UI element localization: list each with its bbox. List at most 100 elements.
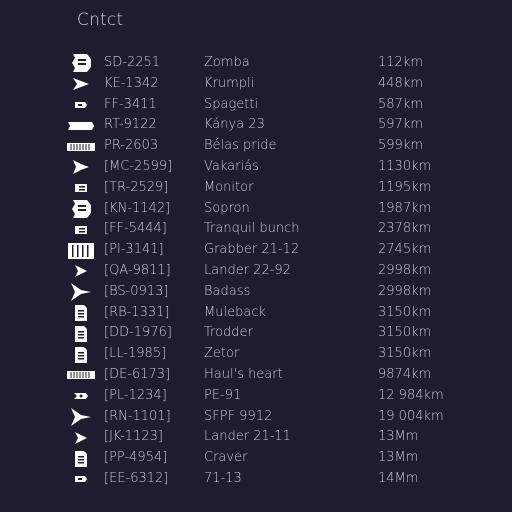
contact-row[interactable]: [PL-1234] PE-91 12 984km [0, 386, 512, 407]
contact-distance: 597km [378, 117, 424, 133]
contact-distance: 3150km [378, 325, 432, 341]
contact-distance: 599km [378, 138, 424, 154]
cargo-pod-large-icon [62, 53, 100, 74]
contact-row[interactable]: PR-2603 Bélas pride 599km [0, 136, 512, 157]
contact-row[interactable]: SD-2251 Zomba 112km [0, 53, 512, 74]
contact-code: [BS-0913] [104, 283, 169, 299]
contact-row[interactable]: [KN-1142] Sopron 1987km [0, 199, 512, 220]
contact-row[interactable]: [RB-1331] Muleback 3150km [0, 303, 512, 324]
contact-distance: 1130km [378, 158, 432, 174]
contact-name: Bélas pride [204, 138, 277, 154]
winged-ship-icon [62, 282, 100, 303]
contact-code: [JK-1123] [104, 429, 163, 445]
contact-name: SFPF 9912 [204, 408, 273, 424]
contact-code: SD-2251 [104, 55, 161, 70]
contact-row[interactable]: [QA-9811] Lander 22-92 2998km [0, 261, 512, 282]
contact-code: FF-3411 [104, 96, 157, 112]
contact-row[interactable]: [RN-1101] SFPF 9912 19 004km [0, 407, 512, 428]
hauler-long-icon [62, 115, 100, 136]
lander-ship-icon [62, 427, 100, 448]
contact-distance: 19 004km [378, 408, 444, 424]
contact-distance: 2745km [378, 242, 432, 258]
contact-code: [DE-6173] [104, 366, 171, 382]
contact-name: Lander 21-11 [204, 429, 291, 445]
contact-row[interactable]: FF-3411 Spagetti 587km [0, 95, 512, 116]
contact-name: Craver [204, 450, 248, 466]
contact-row[interactable]: [BS-0913] Badass 2998km [0, 282, 512, 303]
contact-code: [RN-1101] [104, 408, 171, 424]
contact-name: Tranquil bunch [204, 221, 300, 237]
contact-name: PE-91 [204, 387, 242, 403]
contact-name: Lander 22-92 [204, 262, 291, 278]
data-tablet-icon [62, 344, 100, 365]
contact-distance: 448km [378, 75, 424, 91]
contact-row[interactable]: [TR-2529] Monitor 1195km [0, 178, 512, 199]
data-tablet-icon [62, 448, 100, 469]
contact-distance: 12 984km [378, 387, 444, 403]
contact-name: Muleback [204, 304, 266, 320]
shuttle-small-icon [62, 469, 100, 490]
contact-code: PR-2603 [104, 138, 159, 154]
contact-name: Vakariás [204, 158, 259, 174]
contact-name: Trodder [204, 325, 253, 341]
contact-distance: 3150km [378, 304, 432, 320]
contact-name: Badass [204, 283, 251, 299]
contact-row[interactable]: [PP-4954] Craver 13Mm [0, 448, 512, 469]
page-title: Cntct [77, 10, 124, 30]
data-tablet-icon [62, 303, 100, 324]
contact-code: KE-1342 [104, 75, 159, 91]
fighter-ship-icon [62, 74, 100, 95]
contact-name: Zetor [204, 346, 240, 362]
contact-code: [RB-1331] [104, 304, 170, 320]
contact-row[interactable]: [DE-6173] Haul's heart 9874km [0, 365, 512, 386]
contact-code: [DD-1976] [104, 325, 172, 341]
freighter-container-icon [62, 136, 100, 157]
contact-code: [PP-4954] [104, 450, 168, 466]
contact-distance: 2378km [378, 221, 432, 237]
contact-distance: 1987km [378, 200, 432, 216]
contact-row[interactable]: [PI-3141] Grabber 21-12 2745km [0, 240, 512, 261]
contact-name: Krumpli [204, 75, 255, 91]
contact-code: [PL-1234] [104, 387, 167, 403]
contact-distance: 3150km [378, 346, 432, 362]
contact-row[interactable]: [LL-1985] Zetor 3150km [0, 344, 512, 365]
contact-distance: 112km [378, 55, 424, 70]
contact-code: [TR-2529] [104, 179, 169, 195]
contact-code: RT-9122 [104, 117, 157, 133]
drone-box-icon [62, 219, 100, 240]
data-tablet-icon [62, 323, 100, 344]
contact-distance: 13Mm [378, 429, 419, 445]
contact-name: Kánya 23 [204, 117, 265, 133]
contact-code: [EE-6312] [104, 470, 169, 486]
cargo-pod-large-icon [62, 199, 100, 220]
shuttle-small-icon [62, 95, 100, 116]
contact-distance: 14Mm [378, 470, 419, 486]
contact-distance: 2998km [378, 283, 432, 299]
contact-code: [LL-1985] [104, 346, 167, 362]
contact-row[interactable]: RT-9122 Kánya 23 597km [0, 115, 512, 136]
contact-row[interactable]: KE-1342 Krumpli 448km [0, 74, 512, 95]
contact-name: Monitor [204, 179, 254, 195]
grabber-station-icon [62, 240, 100, 261]
winged-ship-icon [62, 407, 100, 428]
probe-small-icon [62, 386, 100, 407]
contact-row[interactable]: [EE-6312] 71-13 14Mm [0, 469, 512, 490]
contact-code: [MC-2599] [104, 158, 173, 174]
contact-row[interactable]: [DD-1976] Trodder 3150km [0, 323, 512, 344]
contact-name: Zomba [204, 55, 250, 70]
contact-name: Grabber 21-12 [204, 242, 300, 258]
contact-list: SD-2251 Zomba 112km KE-1342 Krumpli 448km FF-3… [0, 53, 512, 490]
contact-distance: 2998km [378, 262, 432, 278]
contact-code: [PI-3141] [104, 242, 164, 258]
contact-row[interactable]: [JK-1123] Lander 21-11 13Mm [0, 427, 512, 448]
contact-row[interactable]: [MC-2599] Vakariás 1130km [0, 157, 512, 178]
contact-name: 71-13 [204, 470, 242, 486]
contact-code: [QA-9811] [104, 262, 171, 278]
contact-distance: 587km [378, 96, 424, 112]
interceptor-ship-icon [62, 157, 100, 178]
contact-distance: 1195km [378, 179, 432, 195]
freighter-container-icon [62, 365, 100, 386]
contact-code: [FF-5444] [104, 221, 167, 237]
contact-row[interactable]: [FF-5444] Tranquil bunch 2378km [0, 219, 512, 240]
contact-code: [KN-1142] [104, 200, 171, 216]
